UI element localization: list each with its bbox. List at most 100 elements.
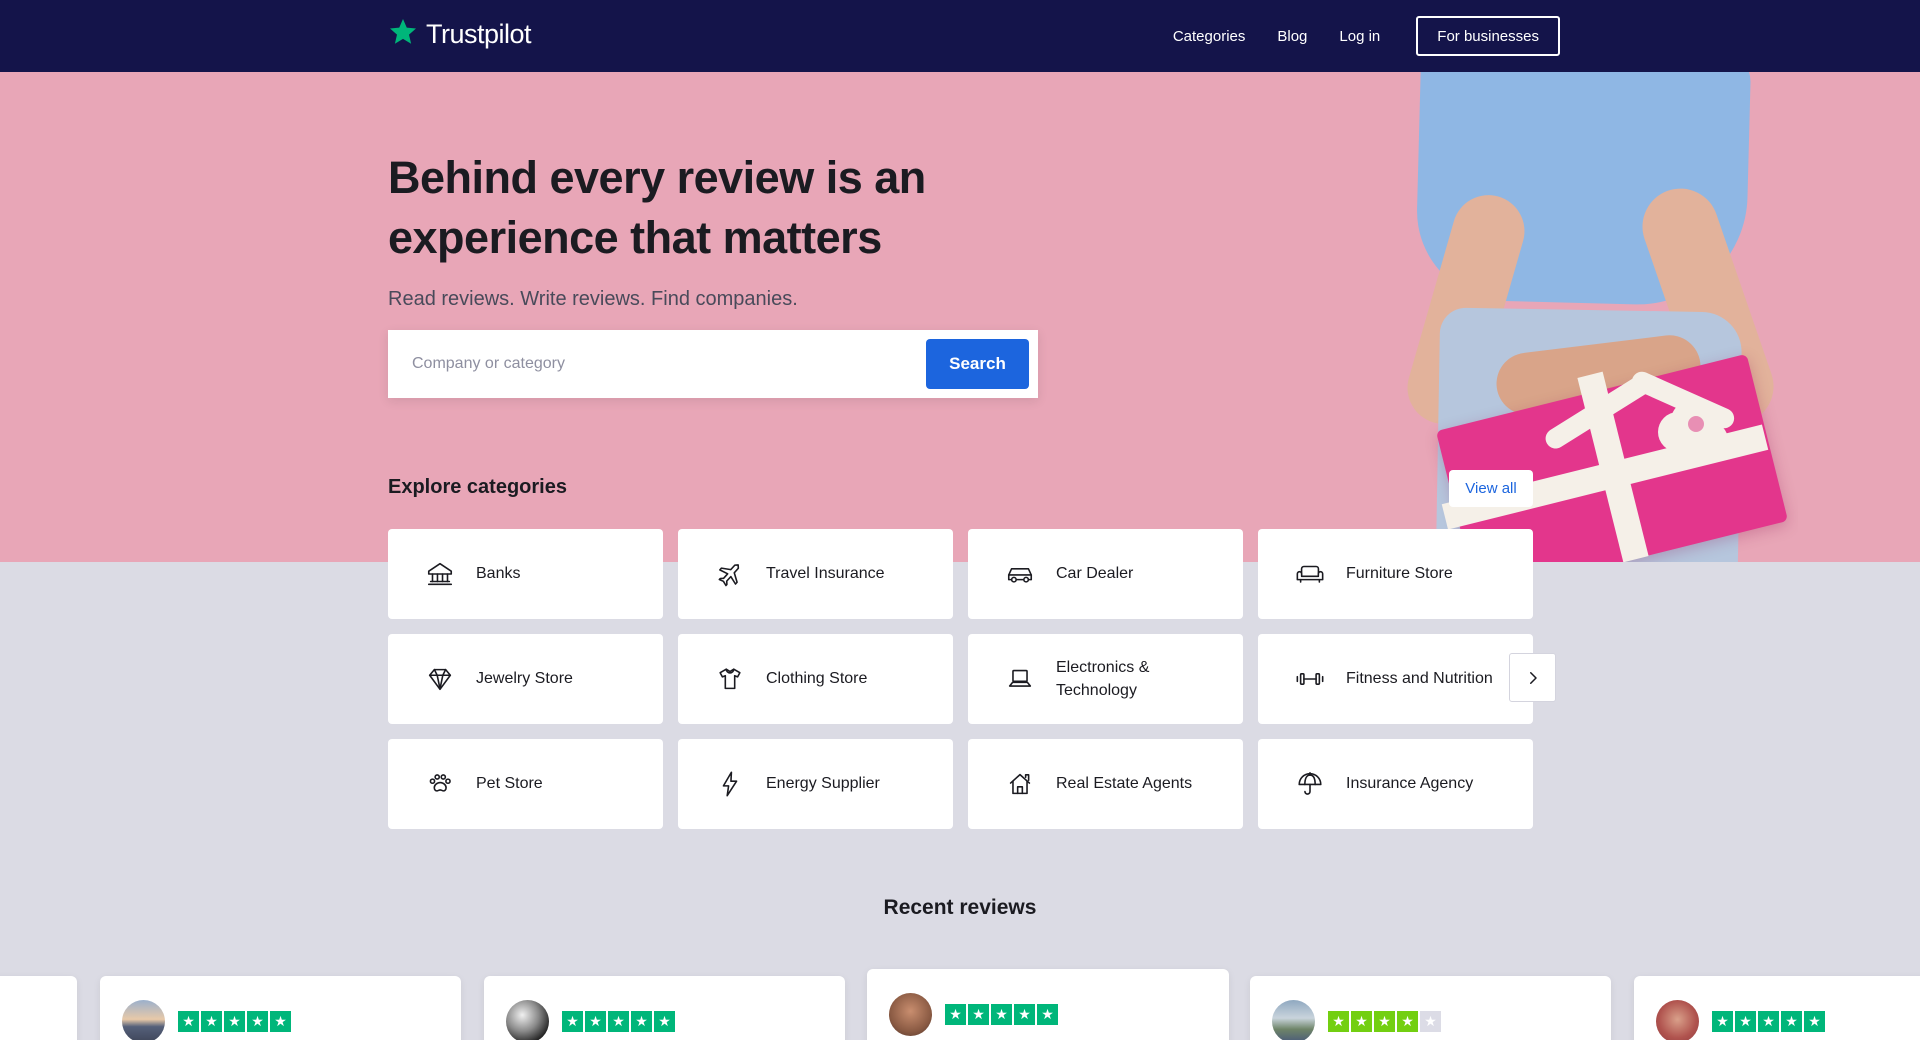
star-icon: ★ xyxy=(270,1011,291,1032)
star-icon: ★ xyxy=(562,1011,583,1032)
star-icon: ★ xyxy=(945,1004,966,1025)
trustpilot-homepage: Trustpilot Categories Blog Log in For bu… xyxy=(0,0,1920,1040)
category-card-insurance-agency[interactable]: Insurance Agency xyxy=(1258,739,1533,829)
category-label: Pet Store xyxy=(476,775,543,793)
star-icon: ★ xyxy=(654,1011,675,1032)
brand-wordmark: Trustpilot xyxy=(426,19,532,49)
categories-next-button[interactable] xyxy=(1509,653,1556,702)
category-card-electronics-technology[interactable]: Electronics & Technology xyxy=(968,634,1243,724)
star-icon: ★ xyxy=(1328,1011,1349,1032)
category-card-jewelry-store[interactable]: Jewelry Store xyxy=(388,634,663,724)
hero-title: Behind every review is an experience tha… xyxy=(388,148,926,268)
star-rating: ★ ★ ★ ★ ★ xyxy=(178,1011,291,1032)
review-card-4[interactable]: ★ ★ ★ ★ ★ xyxy=(1250,976,1611,1040)
star-icon: ★ xyxy=(1420,1011,1441,1032)
plane-icon xyxy=(715,559,745,589)
star-icon: ★ xyxy=(1014,1004,1035,1025)
search-bar: Search xyxy=(388,330,1038,398)
review-card-1[interactable]: ★ ★ ★ ★ ★ xyxy=(100,976,461,1040)
category-card-banks[interactable]: Banks xyxy=(388,529,663,619)
avatar xyxy=(1656,1000,1699,1040)
category-card-travel-insurance[interactable]: Travel Insurance xyxy=(678,529,953,619)
review-card-partial-left[interactable] xyxy=(0,976,77,1040)
category-label: Jewelry Store xyxy=(476,670,573,688)
category-label: Furniture Store xyxy=(1346,565,1453,583)
star-rating: ★ ★ ★ ★ ★ xyxy=(1328,1011,1441,1032)
review-card-3[interactable]: ★ ★ ★ ★ ★ xyxy=(867,969,1229,1040)
category-card-pet-store[interactable]: Pet Store xyxy=(388,739,663,829)
chevron-right-icon xyxy=(1524,669,1542,687)
star-rating: ★ ★ ★ ★ ★ xyxy=(1712,1011,1825,1032)
category-card-furniture-store[interactable]: Furniture Store xyxy=(1258,529,1533,619)
category-label: Energy Supplier xyxy=(766,775,880,793)
house-icon xyxy=(1005,769,1035,799)
search-button[interactable]: Search xyxy=(926,339,1029,389)
avatar xyxy=(1272,1000,1315,1040)
laptop-icon xyxy=(1005,664,1035,694)
category-card-car-dealer[interactable]: Car Dealer xyxy=(968,529,1243,619)
star-icon: ★ xyxy=(1735,1011,1756,1032)
star-icon: ★ xyxy=(1374,1011,1395,1032)
hero-title-line1: Behind every review is an xyxy=(388,152,926,203)
avatar xyxy=(889,993,932,1036)
avatar xyxy=(122,1000,165,1040)
hero-subtitle: Read reviews. Write reviews. Find compan… xyxy=(388,288,798,310)
category-label: Electronics & Technology xyxy=(1056,658,1150,699)
lightning-icon xyxy=(715,769,745,799)
main-nav: Categories Blog Log in For businesses xyxy=(1173,0,1560,72)
review-card-5[interactable]: ★ ★ ★ ★ ★ xyxy=(1634,976,1920,1040)
trustpilot-star-icon xyxy=(388,17,418,52)
star-icon: ★ xyxy=(1804,1011,1825,1032)
nav-login[interactable]: Log in xyxy=(1339,28,1380,45)
view-all-button[interactable]: View all xyxy=(1449,470,1533,507)
star-icon: ★ xyxy=(178,1011,199,1032)
category-label: Clothing Store xyxy=(766,670,868,688)
dumbbell-icon xyxy=(1295,664,1325,694)
paw-icon xyxy=(425,769,455,799)
category-label: Car Dealer xyxy=(1056,565,1134,583)
sofa-icon xyxy=(1295,559,1325,589)
diamond-icon xyxy=(425,664,455,694)
review-card-2[interactable]: ★ ★ ★ ★ ★ xyxy=(484,976,845,1040)
umbrella-icon xyxy=(1295,769,1325,799)
car-icon xyxy=(1005,559,1035,589)
star-icon: ★ xyxy=(608,1011,629,1032)
nav-blog[interactable]: Blog xyxy=(1277,28,1307,45)
bank-icon xyxy=(425,559,455,589)
tshirt-icon xyxy=(715,664,745,694)
category-card-fitness-nutrition[interactable]: Fitness and Nutrition xyxy=(1258,634,1533,724)
trustpilot-logo[interactable]: Trustpilot xyxy=(388,17,532,52)
star-icon: ★ xyxy=(1781,1011,1802,1032)
star-icon: ★ xyxy=(585,1011,606,1032)
star-icon: ★ xyxy=(1712,1011,1733,1032)
star-icon: ★ xyxy=(201,1011,222,1032)
recent-reviews-heading: Recent reviews xyxy=(883,896,1037,919)
star-icon: ★ xyxy=(1758,1011,1779,1032)
header: Trustpilot Categories Blog Log in For bu… xyxy=(0,0,1920,72)
star-icon: ★ xyxy=(224,1011,245,1032)
star-icon: ★ xyxy=(1397,1011,1418,1032)
category-label: Real Estate Agents xyxy=(1056,775,1193,793)
avatar xyxy=(506,1000,549,1040)
category-label: Fitness and Nutrition xyxy=(1346,670,1493,688)
star-icon: ★ xyxy=(631,1011,652,1032)
star-rating: ★ ★ ★ ★ ★ xyxy=(562,1011,675,1032)
hero-image xyxy=(1378,72,1798,562)
category-grid: Banks Travel Insurance Car Dealer Furnit… xyxy=(388,529,1534,829)
category-label: Banks xyxy=(476,565,521,583)
star-icon: ★ xyxy=(1037,1004,1058,1025)
star-icon: ★ xyxy=(991,1004,1012,1025)
explore-categories-heading: Explore categories xyxy=(388,476,567,498)
nav-categories[interactable]: Categories xyxy=(1173,28,1246,45)
star-icon: ★ xyxy=(968,1004,989,1025)
for-businesses-button[interactable]: For businesses xyxy=(1416,16,1560,56)
category-card-clothing-store[interactable]: Clothing Store xyxy=(678,634,953,724)
star-icon: ★ xyxy=(1351,1011,1372,1032)
search-input[interactable] xyxy=(388,330,926,398)
category-card-energy-supplier[interactable]: Energy Supplier xyxy=(678,739,953,829)
category-label: Insurance Agency xyxy=(1346,775,1474,793)
category-label: Travel Insurance xyxy=(766,565,885,583)
category-card-real-estate-agents[interactable]: Real Estate Agents xyxy=(968,739,1243,829)
hero-title-line2: experience that matters xyxy=(388,212,882,263)
star-rating: ★ ★ ★ ★ ★ xyxy=(945,1004,1058,1025)
